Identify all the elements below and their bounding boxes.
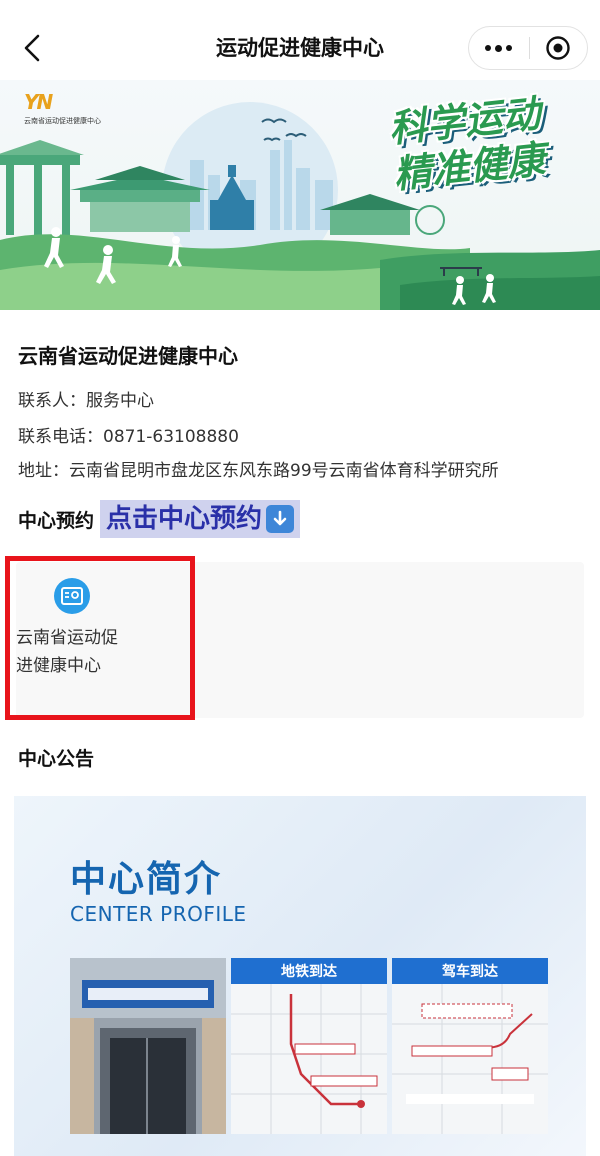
reserve-link-text: 点击中心预约 (106, 504, 263, 534)
profile-subtitle: CENTER PROFILE (70, 902, 247, 926)
org-name: 云南省运动促进健康中心 (18, 344, 238, 368)
contact-phone[interactable]: 联系电话：0871-63108880 (18, 422, 239, 447)
metro-map[interactable]: 地铁到达 (231, 958, 387, 1134)
logo-text: 云南省运动促进健康中心 (24, 117, 101, 125)
profile-title: 中心简介 (70, 859, 223, 900)
driving-map-header: 驾车到达 (392, 958, 548, 984)
center-profile-card[interactable]: 中心简介 CENTER PROFILE 地铁到达 驾车到达 (14, 796, 586, 1156)
banner-logo: YN 云南省运动促进健康中心 (24, 90, 101, 126)
id-card-icon[interactable] (54, 578, 90, 614)
target-circle-icon (546, 36, 570, 60)
contact-person: 联系人：服务中心 (18, 391, 154, 411)
driving-map[interactable]: 驾车到达 (392, 958, 548, 1134)
metro-map-header: 地铁到达 (231, 958, 387, 984)
close-button[interactable] (529, 27, 587, 69)
down-arrow-icon (266, 505, 295, 533)
more-button[interactable] (469, 27, 529, 69)
service-card-label[interactable]: 云南省运动促进健康中心 (16, 624, 126, 680)
building-photo (70, 958, 226, 1134)
hero-banner: YN 云南省运动促进健康中心 科学运动 精准健康 (0, 80, 600, 310)
menu-capsule (468, 26, 588, 70)
more-dots-icon (485, 45, 492, 51)
reserve-row: 中心预约 点击中心预约 (18, 500, 301, 538)
reserve-label: 中心预约 (18, 509, 95, 532)
address: 地址：云南省昆明市盘龙区东风东路99号云南省体育科学研究所 (18, 461, 499, 481)
logo-mark: YN (24, 90, 53, 114)
notice-title: 中心公告 (18, 748, 95, 770)
reserve-link[interactable]: 点击中心预约 (100, 500, 301, 538)
